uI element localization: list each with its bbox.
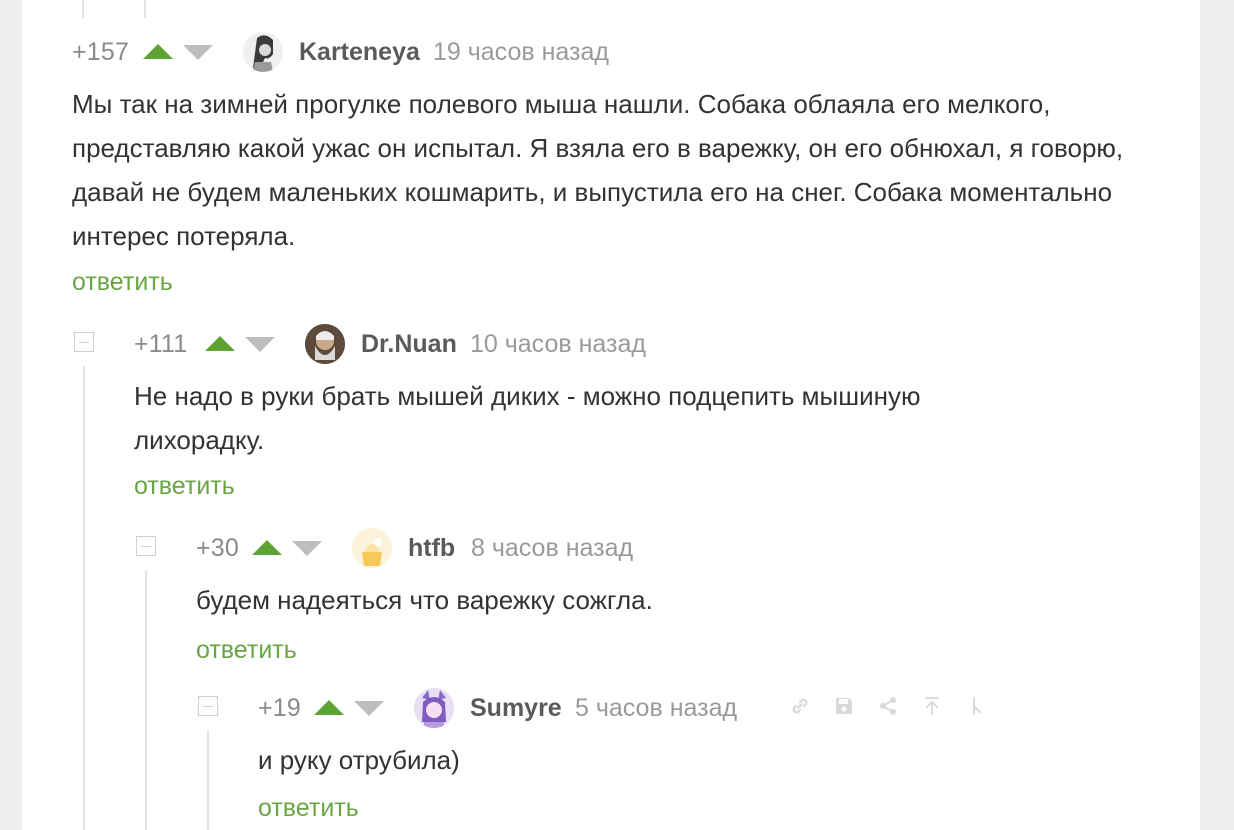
comment: +157 Karteneya 19 часов назад Мы так на … [72,32,1172,312]
comment-time[interactable]: 8 часов назад [471,534,633,563]
collapse-toggle[interactable] [136,536,156,556]
comment-rating: +19 [258,694,302,722]
comment-header: +30 htfb 8 часов назад [196,528,1176,568]
comment-text: будем надеяться что варежку сожгла. [196,585,653,615]
comment-rating: +157 [72,38,130,66]
downvote-icon[interactable] [183,45,213,60]
save-icon[interactable] [832,694,856,718]
comment-author[interactable]: htfb [408,534,455,563]
avatar[interactable] [243,32,283,72]
share-icon[interactable] [876,694,900,718]
comment-text: Мы так на зимней прогулке полевого мыша … [72,89,1124,251]
scroll-up-icon[interactable] [920,694,944,718]
comment: +19 Sumyre 5 часов назад и руку отрубила… [258,688,1178,830]
thread-line [83,366,85,830]
thread-line [207,730,209,830]
downvote-icon[interactable] [354,701,384,716]
comment-time[interactable]: 10 часов назад [470,330,646,359]
reply-link[interactable]: ответить [196,636,297,665]
comment-rating: +111 [134,330,188,358]
downvote-icon[interactable] [292,541,322,556]
comment-rating: +30 [196,534,240,562]
comment-author[interactable]: Dr.Nuan [361,330,457,359]
link-icon[interactable] [788,694,812,718]
comment-author[interactable]: Karteneya [299,38,420,67]
comment-time[interactable]: 19 часов назад [433,38,609,67]
thread-line [144,0,146,18]
comment-header: +157 Karteneya 19 часов назад [72,32,1172,72]
comment-text: и руку отрубила) [258,745,460,775]
avatar[interactable] [305,324,345,364]
comment-author[interactable]: Sumyre [470,694,562,723]
upvote-icon[interactable] [205,336,235,351]
thread-line [145,570,147,830]
comment-time[interactable]: 5 часов назад [575,694,737,723]
avatar[interactable] [352,528,392,568]
comment-header: +111 Dr.Nuan 10 часов назад [134,324,1174,364]
comments-card: +157 Karteneya 19 часов назад Мы так на … [22,0,1200,830]
collapse-toggle[interactable] [198,696,218,716]
comment-header: +19 Sumyre 5 часов назад [258,688,1178,728]
upvote-icon[interactable] [314,700,344,715]
upvote-icon[interactable] [143,44,173,59]
reply-link[interactable]: ответить [134,472,235,501]
comment-text: Не надо в руки брать мышей диких - можно… [134,381,921,455]
comment: +111 Dr.Nuan 10 часов назад Не надо в ру… [134,324,1174,514]
reply-link[interactable]: ответить [72,268,173,297]
branch-icon[interactable] [964,694,988,718]
reply-link[interactable]: ответить [258,794,359,823]
thread-line [82,0,84,18]
downvote-icon[interactable] [245,337,275,352]
comment: +30 htfb 8 часов назад будем надеяться ч… [196,528,1176,668]
upvote-icon[interactable] [252,540,282,555]
avatar[interactable] [414,688,454,728]
collapse-toggle[interactable] [74,332,94,352]
